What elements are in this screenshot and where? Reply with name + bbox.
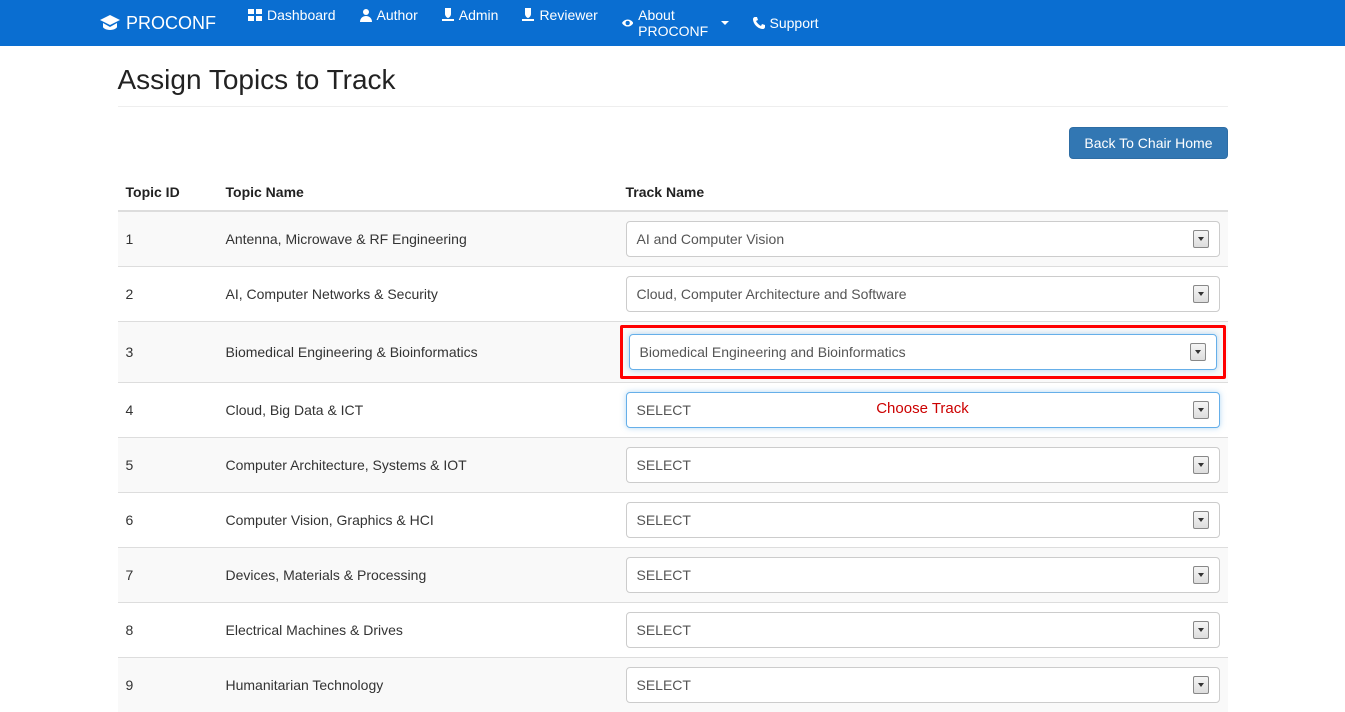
track-select[interactable]: SELECT (626, 667, 1220, 703)
nav-reviewer[interactable]: Reviewer (518, 1, 601, 29)
table-row: 9Humanitarian Technology SELECT (118, 658, 1228, 712)
cell-topic-id: 1 (118, 211, 218, 267)
cell-topic-id: 5 (118, 438, 218, 493)
cell-topic-id: 8 (118, 603, 218, 658)
cell-topic-name: Antenna, Microwave & RF Engineering (218, 211, 618, 267)
phone-icon (753, 17, 765, 29)
table-row: 4Cloud, Big Data & ICTSELECTChoose Track (118, 383, 1228, 438)
track-select[interactable]: SELECT (626, 392, 1220, 428)
table-row: 7Devices, Materials & Processing SELECT (118, 548, 1228, 603)
nav-main: Dashboard Author Admin Reviewer About PR… (236, 1, 741, 45)
track-select[interactable]: SELECT (626, 502, 1220, 538)
back-to-chair-button[interactable]: Back To Chair Home (1069, 127, 1227, 159)
track-select-value: AI and Computer Vision (637, 231, 785, 247)
cell-track: SELECT (618, 548, 1228, 603)
page-title: Assign Topics to Track (118, 64, 1228, 96)
track-select[interactable]: AI and Computer Vision (626, 221, 1220, 257)
track-select-value: SELECT (637, 677, 691, 693)
nav-support[interactable]: Support (749, 9, 823, 37)
table-row: 8Electrical Machines & Drives SELECT (118, 603, 1228, 658)
th-topic-id: Topic ID (118, 174, 218, 211)
cell-topic-id: 4 (118, 383, 218, 438)
dropdown-arrow-icon[interactable] (1193, 566, 1209, 584)
nav-right: Support (741, 9, 1246, 37)
cell-track: AI and Computer Vision (618, 211, 1228, 267)
divider (118, 106, 1228, 107)
track-select[interactable]: SELECT (626, 447, 1220, 483)
cell-topic-id: 2 (118, 267, 218, 322)
reviewer-icon (522, 8, 534, 22)
chevron-down-icon (721, 21, 729, 25)
track-select-value: Cloud, Computer Architecture and Softwar… (637, 286, 907, 302)
cell-topic-id: 3 (118, 322, 218, 383)
table-row: 5Computer Architecture, Systems & IOT SEL… (118, 438, 1228, 493)
track-select[interactable]: Cloud, Computer Architecture and Softwar… (626, 276, 1220, 312)
cell-topic-name: Computer Architecture, Systems & IOT (218, 438, 618, 493)
cell-topic-id: 7 (118, 548, 218, 603)
nav-admin[interactable]: Admin (438, 1, 503, 29)
dropdown-arrow-icon[interactable] (1193, 511, 1209, 529)
table-row: 1Antenna, Microwave & RF Engineering AI a… (118, 211, 1228, 267)
track-select-value: SELECT (637, 622, 691, 638)
th-topic-name: Topic Name (218, 174, 618, 211)
dropdown-arrow-icon[interactable] (1193, 230, 1209, 248)
cell-topic-name: Electrical Machines & Drives (218, 603, 618, 658)
cell-topic-name: Computer Vision, Graphics & HCI (218, 493, 618, 548)
track-select-value: Biomedical Engineering and Bioinformatic… (640, 344, 906, 360)
cell-topic-name: Biomedical Engineering & Bioinformatics (218, 322, 618, 383)
cell-topic-name: Cloud, Big Data & ICT (218, 383, 618, 438)
track-select[interactable]: Biomedical Engineering and Bioinformatic… (629, 334, 1217, 370)
dropdown-arrow-icon[interactable] (1193, 621, 1209, 639)
cell-track: SELECT (618, 658, 1228, 712)
cell-topic-id: 9 (118, 658, 218, 712)
track-select-value: SELECT (637, 402, 691, 418)
track-select-value: SELECT (637, 457, 691, 473)
cell-track: SELECTChoose Track (618, 383, 1228, 438)
cell-track: SELECT (618, 438, 1228, 493)
brand-icon (100, 15, 120, 31)
dashboard-icon (248, 9, 262, 21)
nav-about[interactable]: About PROCONF (618, 1, 733, 45)
table-row: 3Biomedical Engineering & Bioinformatics… (118, 322, 1228, 383)
track-select[interactable]: SELECT (626, 557, 1220, 593)
cell-track: SELECT (618, 493, 1228, 548)
cell-topic-name: Humanitarian Technology (218, 658, 618, 712)
cell-track: Biomedical Engineering and Bioinformatic… (618, 322, 1228, 383)
cell-track: Cloud, Computer Architecture and Softwar… (618, 267, 1228, 322)
th-track-name: Track Name (618, 174, 1228, 211)
brand-text: PROCONF (126, 13, 216, 34)
track-select[interactable]: SELECT (626, 612, 1220, 648)
dropdown-arrow-icon[interactable] (1193, 285, 1209, 303)
table-row: 6Computer Vision, Graphics & HCI SELECT (118, 493, 1228, 548)
brand-link[interactable]: PROCONF (100, 13, 216, 34)
cell-topic-name: Devices, Materials & Processing (218, 548, 618, 603)
nav-author[interactable]: Author (356, 1, 422, 29)
author-icon (360, 8, 372, 22)
cell-track: SELECT (618, 603, 1228, 658)
cell-topic-name: AI, Computer Networks & Security (218, 267, 618, 322)
admin-icon (442, 8, 454, 22)
dropdown-arrow-icon[interactable] (1190, 343, 1206, 361)
about-icon (622, 18, 633, 28)
topics-table: Topic ID Topic Name Track Name 1Antenna,… (118, 174, 1228, 712)
cell-topic-id: 6 (118, 493, 218, 548)
top-navbar: PROCONF Dashboard Author Admin Reviewer … (0, 0, 1345, 46)
track-select-value: SELECT (637, 512, 691, 528)
dropdown-arrow-icon[interactable] (1193, 401, 1209, 419)
dropdown-arrow-icon[interactable] (1193, 676, 1209, 694)
nav-dashboard[interactable]: Dashboard (244, 1, 340, 29)
dropdown-arrow-icon[interactable] (1193, 456, 1209, 474)
track-select-value: SELECT (637, 567, 691, 583)
table-row: 2AI, Computer Networks & Security Cloud, … (118, 267, 1228, 322)
